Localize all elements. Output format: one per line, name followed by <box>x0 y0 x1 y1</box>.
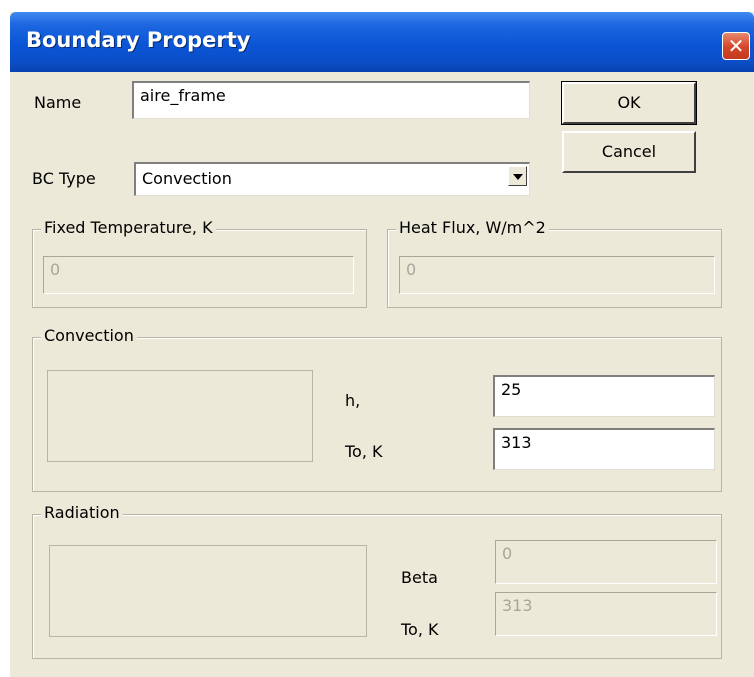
convection-h-value: 25 <box>501 380 522 399</box>
ok-button[interactable]: OK <box>561 81 697 125</box>
bc-type-select[interactable]: Convection <box>134 162 530 196</box>
bc-type-selected-value: Convection <box>142 169 232 188</box>
convection-to-value: 313 <box>501 433 532 452</box>
name-input[interactable]: aire_frame <box>132 81 530 119</box>
ok-button-label: OK <box>617 93 641 112</box>
bc-type-label: BC Type <box>32 169 96 188</box>
radiation-to-value: 313 <box>502 596 533 615</box>
radiation-beta-label: Beta <box>401 568 438 587</box>
convection-panel <box>47 370 313 462</box>
fixed-temperature-value: 0 <box>50 260 61 279</box>
convection-h-input[interactable]: 25 <box>493 375 715 417</box>
radiation-beta-input: 0 <box>495 540 717 584</box>
title-bar[interactable]: Boundary Property ✕ <box>10 12 754 72</box>
chevron-down-icon[interactable] <box>508 166 527 186</box>
cancel-button[interactable]: Cancel <box>562 131 696 173</box>
dialog-title: Boundary Property <box>26 28 251 52</box>
boundary-property-dialog: Boundary Property ✕ Name aire_frame OK C… <box>10 12 754 677</box>
convection-legend: Convection <box>41 326 137 345</box>
radiation-beta-value: 0 <box>502 544 513 563</box>
close-button[interactable]: ✕ <box>722 32 750 60</box>
name-input-value: aire_frame <box>140 86 226 105</box>
convection-to-input[interactable]: 313 <box>493 428 715 470</box>
heat-flux-input: 0 <box>399 256 715 294</box>
fixed-temperature-group: Fixed Temperature, K 0 <box>32 218 367 308</box>
convection-h-label: h, <box>345 391 361 410</box>
radiation-to-label: To, K <box>401 620 439 639</box>
radiation-panel <box>49 545 367 637</box>
convection-to-label: To, K <box>345 442 383 461</box>
convection-group: Convection h, 25 To, K 313 <box>32 326 722 492</box>
heat-flux-value: 0 <box>406 260 417 279</box>
close-icon: ✕ <box>727 34 745 58</box>
radiation-to-input: 313 <box>495 592 717 636</box>
radiation-legend: Radiation <box>41 503 123 522</box>
heat-flux-group: Heat Flux, W/m^2 0 <box>387 218 722 308</box>
fixed-temperature-input: 0 <box>43 256 354 294</box>
fixed-temperature-legend: Fixed Temperature, K <box>41 218 216 237</box>
radiation-group: Radiation Beta 0 To, K 313 <box>32 503 722 659</box>
name-label: Name <box>34 93 82 112</box>
cancel-button-label: Cancel <box>601 142 657 161</box>
heat-flux-legend: Heat Flux, W/m^2 <box>396 218 549 237</box>
